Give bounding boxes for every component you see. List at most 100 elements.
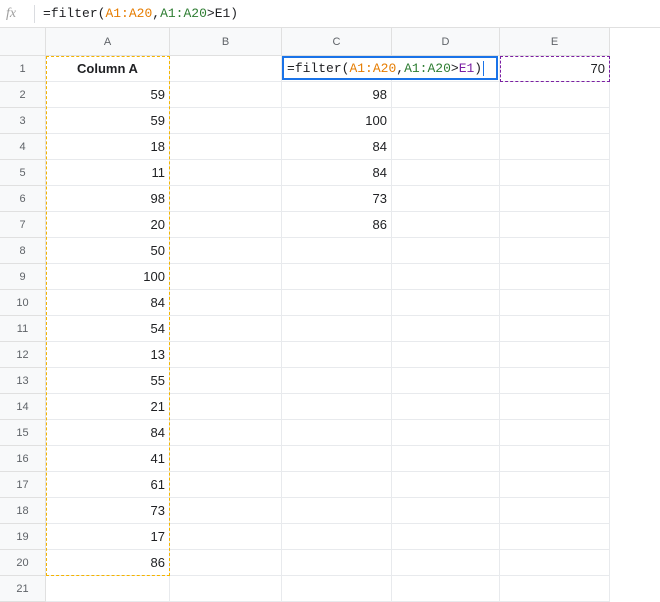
cell[interactable] — [282, 264, 392, 290]
cell[interactable] — [392, 420, 500, 446]
cell[interactable] — [500, 342, 610, 368]
cell[interactable]: 18 — [46, 134, 170, 160]
cell[interactable]: 50 — [46, 238, 170, 264]
cell[interactable] — [170, 160, 282, 186]
cell[interactable] — [500, 186, 610, 212]
cell[interactable] — [392, 342, 500, 368]
row-header[interactable]: 18 — [0, 498, 46, 524]
col-header-B[interactable]: B — [170, 28, 282, 56]
cell[interactable] — [170, 290, 282, 316]
cell[interactable] — [500, 550, 610, 576]
cell[interactable] — [170, 342, 282, 368]
row-header[interactable]: 3 — [0, 108, 46, 134]
cell[interactable] — [392, 160, 500, 186]
cell[interactable]: 61 — [46, 472, 170, 498]
col-header-C[interactable]: C — [282, 28, 392, 56]
col-header-A[interactable]: A — [46, 28, 170, 56]
cell[interactable]: 86 — [46, 550, 170, 576]
cell[interactable]: 100 — [46, 264, 170, 290]
cell[interactable]: 41 — [46, 446, 170, 472]
row-header[interactable]: 10 — [0, 290, 46, 316]
cell[interactable]: 98 — [46, 186, 170, 212]
row-header[interactable]: 13 — [0, 368, 46, 394]
cell[interactable] — [500, 316, 610, 342]
cell[interactable] — [500, 82, 610, 108]
cell[interactable] — [170, 134, 282, 160]
row-header[interactable]: 6 — [0, 186, 46, 212]
cell-editor[interactable]: =filter(A1:A20,A1:A20>E1) — [282, 56, 498, 80]
cell[interactable] — [282, 238, 392, 264]
row-header[interactable]: 19 — [0, 524, 46, 550]
cell[interactable] — [500, 576, 610, 602]
cell[interactable] — [500, 108, 610, 134]
cell[interactable] — [500, 420, 610, 446]
cell[interactable] — [282, 316, 392, 342]
cell[interactable] — [170, 498, 282, 524]
cell[interactable] — [170, 550, 282, 576]
row-header[interactable]: 17 — [0, 472, 46, 498]
cell[interactable] — [282, 524, 392, 550]
cell[interactable] — [282, 420, 392, 446]
cell[interactable] — [282, 394, 392, 420]
row-header[interactable]: 7 — [0, 212, 46, 238]
row-header[interactable]: 9 — [0, 264, 46, 290]
cell[interactable] — [392, 186, 500, 212]
cell[interactable] — [500, 446, 610, 472]
cell[interactable]: 84 — [282, 160, 392, 186]
formula-input[interactable]: =filter(A1:A20,A1:A20>E1) — [43, 6, 238, 21]
cell[interactable]: 100 — [282, 108, 392, 134]
cell[interactable] — [392, 290, 500, 316]
cell[interactable]: 11 — [46, 160, 170, 186]
row-header[interactable]: 16 — [0, 446, 46, 472]
cell[interactable] — [46, 576, 170, 602]
cell[interactable] — [500, 134, 610, 160]
row-header[interactable]: 15 — [0, 420, 46, 446]
cell[interactable]: 59 — [46, 82, 170, 108]
cell[interactable] — [392, 212, 500, 238]
cell[interactable] — [500, 524, 610, 550]
cell[interactable]: 21 — [46, 394, 170, 420]
cell[interactable]: 98 — [282, 82, 392, 108]
row-header[interactable]: 11 — [0, 316, 46, 342]
cell[interactable] — [392, 498, 500, 524]
cell[interactable] — [170, 186, 282, 212]
row-header[interactable]: 8 — [0, 238, 46, 264]
cell[interactable]: 17 — [46, 524, 170, 550]
cell[interactable] — [392, 316, 500, 342]
cell[interactable] — [500, 472, 610, 498]
row-header[interactable]: 1 — [0, 56, 46, 82]
cell[interactable] — [282, 576, 392, 602]
cell[interactable] — [170, 264, 282, 290]
cell[interactable] — [392, 576, 500, 602]
cell[interactable]: 20 — [46, 212, 170, 238]
cell[interactable] — [500, 264, 610, 290]
cell[interactable]: 84 — [46, 420, 170, 446]
cell[interactable] — [282, 472, 392, 498]
cell[interactable]: 59 — [46, 108, 170, 134]
cell[interactable] — [170, 368, 282, 394]
cell[interactable] — [392, 394, 500, 420]
cell[interactable] — [500, 238, 610, 264]
cell[interactable]: 73 — [46, 498, 170, 524]
cell[interactable] — [170, 420, 282, 446]
cell[interactable] — [170, 108, 282, 134]
cell[interactable] — [282, 498, 392, 524]
cell[interactable] — [392, 108, 500, 134]
cell[interactable] — [500, 498, 610, 524]
cell[interactable]: 84 — [46, 290, 170, 316]
cell[interactable] — [170, 394, 282, 420]
cell[interactable] — [170, 524, 282, 550]
row-header[interactable]: 4 — [0, 134, 46, 160]
col-header-E[interactable]: E — [500, 28, 610, 56]
cell-B1[interactable] — [170, 56, 282, 82]
cell[interactable] — [392, 368, 500, 394]
cell[interactable]: 86 — [282, 212, 392, 238]
cell-A1[interactable]: Column A — [46, 56, 170, 82]
row-header[interactable]: 21 — [0, 576, 46, 602]
cell[interactable] — [170, 238, 282, 264]
cell[interactable]: 13 — [46, 342, 170, 368]
cell[interactable]: 73 — [282, 186, 392, 212]
spreadsheet-grid[interactable]: A B C D E 1 Column A 70 25998 359100 418… — [0, 28, 660, 602]
row-header[interactable]: 20 — [0, 550, 46, 576]
formula-bar[interactable]: fx =filter(A1:A20,A1:A20>E1) — [0, 0, 660, 28]
